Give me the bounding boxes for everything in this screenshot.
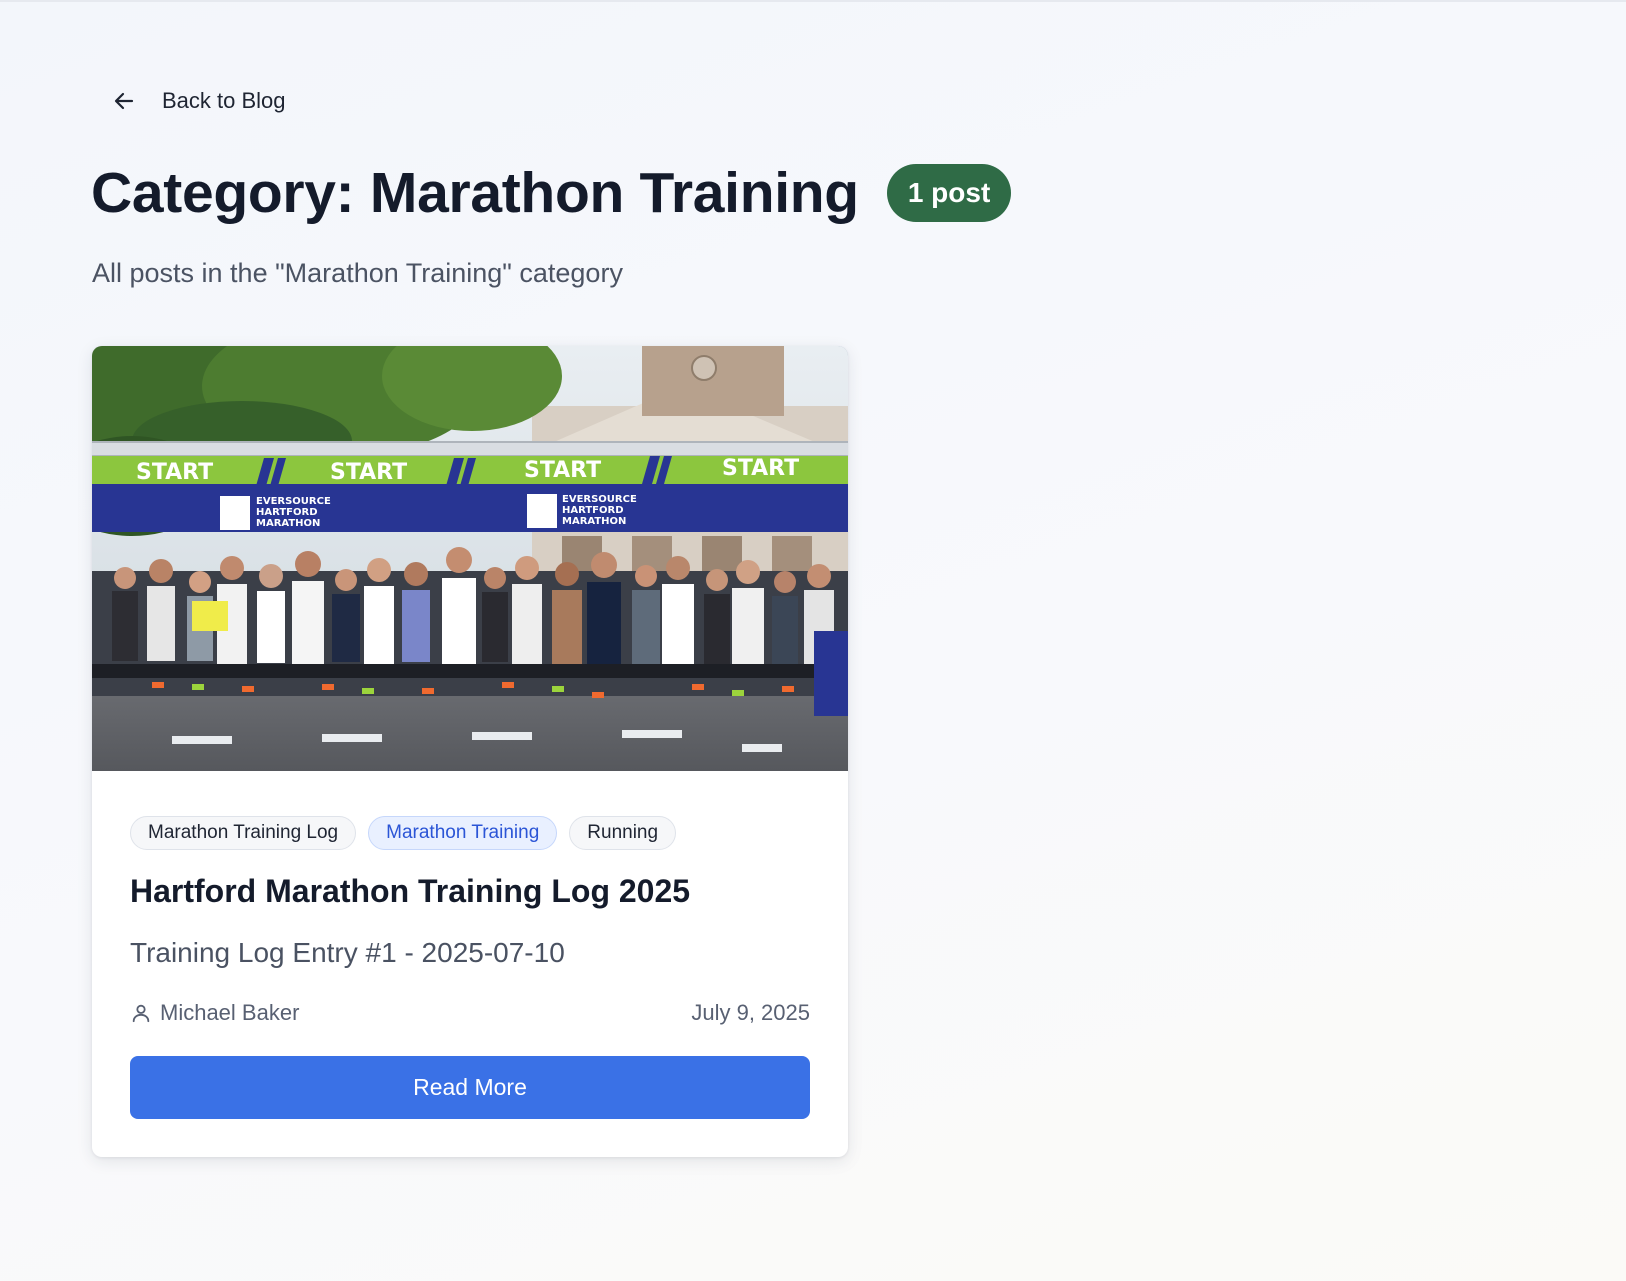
post-cover-image[interactable]: START START START START EVERSOURCE HARTF… — [92, 346, 848, 771]
banner-text-4: START — [722, 456, 799, 481]
tag-marathon-training[interactable]: Marathon Training — [368, 816, 558, 850]
post-card: START START START START EVERSOURCE HARTF… — [92, 346, 848, 1157]
logo-text-2: HARTFORD — [256, 507, 318, 518]
back-link-label: Back to Blog — [162, 88, 286, 113]
banner-text-2: START — [330, 460, 407, 485]
post-title[interactable]: Hartford Marathon Training Log 2025 — [130, 873, 690, 910]
arrow-left-icon — [112, 89, 136, 113]
logo-text-5: HARTFORD — [562, 505, 624, 516]
post-excerpt: Training Log Entry #1 - 2025-07-10 — [130, 937, 565, 968]
post-author: Michael Baker — [130, 1000, 299, 1026]
page-subtitle: All posts in the "Marathon Training" cat… — [92, 258, 623, 288]
post-date: July 9, 2025 — [691, 1000, 810, 1025]
banner-text-1: START — [136, 460, 213, 485]
banner-text-3: START — [524, 458, 601, 483]
page-title: Category: Marathon Training — [91, 161, 859, 225]
user-icon — [130, 1002, 152, 1024]
read-more-button[interactable]: Read More — [130, 1056, 810, 1119]
post-count-badge: 1 post — [886, 164, 1012, 222]
back-to-blog-link[interactable]: Back to Blog — [112, 88, 286, 114]
logo-text-4: EVERSOURCE — [562, 494, 637, 505]
top-divider — [0, 0, 1626, 2]
logo-text-3: MARATHON — [256, 518, 320, 529]
logo-text-1: EVERSOURCE — [256, 496, 331, 507]
page-header: Category: Marathon Training 1 post — [91, 160, 1012, 226]
author-name: Michael Baker — [160, 1000, 300, 1025]
post-meta: Michael Baker July 9, 2025 — [130, 1000, 810, 1026]
logo-text-6: MARATHON — [562, 516, 626, 527]
tag-marathon-training-log[interactable]: Marathon Training Log — [130, 816, 357, 850]
tag-running[interactable]: Running — [569, 816, 677, 850]
post-tags: Marathon Training Log Marathon Training … — [130, 816, 677, 850]
